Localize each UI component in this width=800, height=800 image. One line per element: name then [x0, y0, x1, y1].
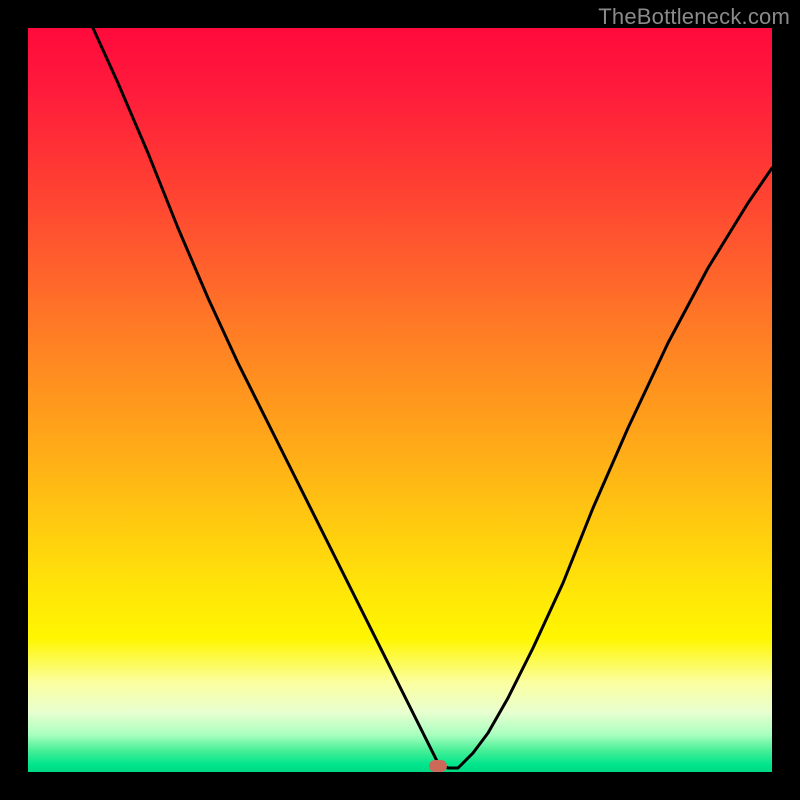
- bottleneck-curve: [93, 28, 772, 768]
- chart-frame: TheBottleneck.com: [0, 0, 800, 800]
- plot-area: [28, 28, 772, 772]
- curve-svg: [28, 28, 772, 772]
- minimum-marker: [429, 760, 447, 772]
- watermark-label: TheBottleneck.com: [598, 4, 790, 30]
